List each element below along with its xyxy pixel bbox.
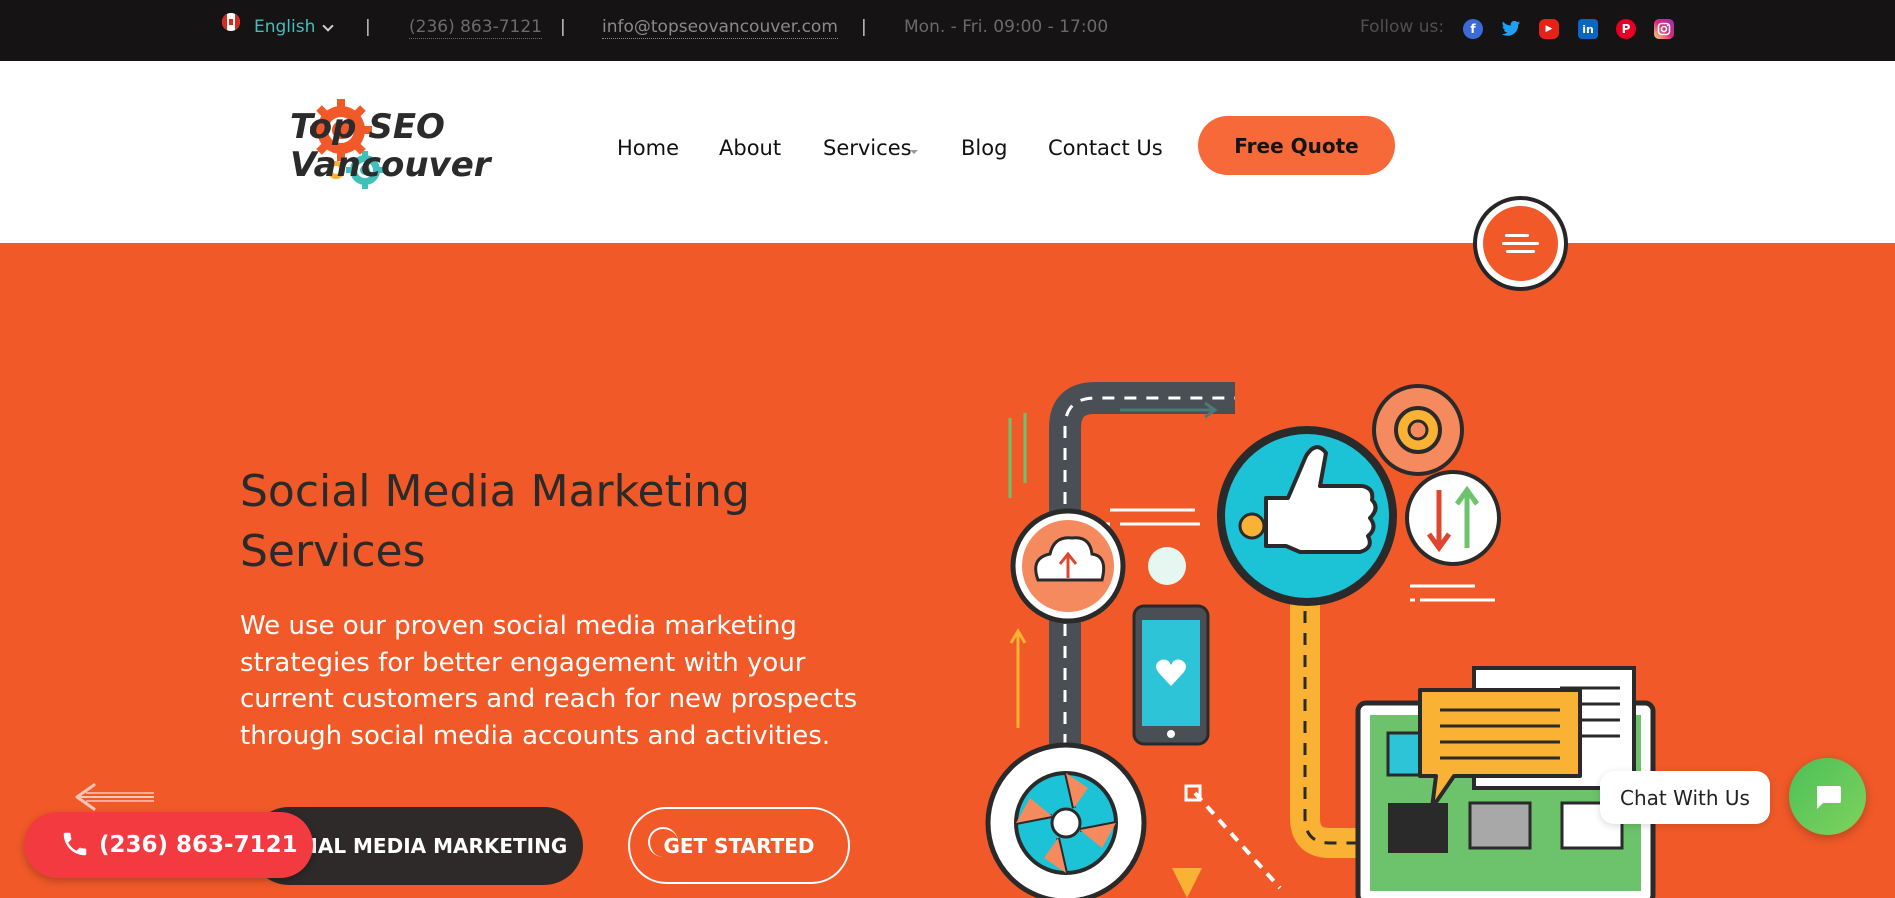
chat-button[interactable]	[1789, 758, 1866, 835]
topbar-email-link[interactable]: info@topseovancouver.com	[602, 16, 838, 39]
services-dropdown-caret-icon[interactable]	[910, 150, 918, 154]
facebook-icon[interactable]: f	[1463, 19, 1483, 39]
call-number: (236) 863-7121	[99, 832, 298, 858]
logo-line-1: Top SEO	[290, 107, 445, 147]
nav-contact-us[interactable]: Contact Us	[1048, 136, 1163, 160]
language-selector[interactable]: English	[254, 16, 315, 38]
hero-title: Social Media Marketing Services	[240, 466, 750, 577]
hero-description: We use our proven social media marketing…	[240, 611, 858, 751]
follow-us-label: Follow us:	[1360, 17, 1445, 37]
social-media-illustration	[985, 382, 1656, 898]
divider: |	[861, 17, 867, 37]
nav-home[interactable]: Home	[617, 136, 679, 160]
loading-arc-icon	[648, 827, 678, 857]
linkedin-icon[interactable]: in	[1578, 19, 1598, 39]
canada-flag-icon[interactable]	[222, 13, 240, 31]
divider: |	[560, 17, 566, 37]
pinterest-icon[interactable]: P	[1616, 19, 1636, 39]
chevron-down-icon[interactable]	[322, 20, 334, 32]
logo-wordmark[interactable]: Top SEO Vancouver	[290, 108, 491, 184]
nav-about[interactable]: About	[719, 136, 781, 160]
nav-services[interactable]: Services	[823, 136, 912, 160]
hamburger-icon	[1483, 206, 1558, 281]
phone-icon	[63, 832, 87, 856]
nav-blog[interactable]: Blog	[961, 136, 1007, 160]
get-started-button[interactable]: GET STARTED	[628, 807, 850, 884]
free-quote-button[interactable]: Free Quote	[1198, 116, 1395, 175]
youtube-icon[interactable]: ▶	[1539, 19, 1559, 39]
twitter-icon[interactable]	[1501, 19, 1521, 39]
menu-toggle-button[interactable]	[1477, 200, 1564, 287]
left-arrow-icon[interactable]	[74, 780, 159, 815]
get-started-label: GET STARTED	[663, 833, 815, 858]
call-now-button[interactable]: (236) 863-7121	[24, 812, 313, 878]
top-bar: English | (236) 863-7121 | info@topseova…	[0, 0, 1895, 61]
chat-bubble-icon	[1816, 785, 1841, 809]
chat-with-us-label[interactable]: Chat With Us	[1600, 771, 1770, 824]
logo-line-2: Vancouver	[290, 145, 491, 185]
topbar-phone-link[interactable]: (236) 863-7121	[409, 16, 542, 39]
divider: |	[365, 17, 371, 37]
business-hours: Mon. - Fri. 09:00 - 17:00	[904, 17, 1109, 37]
instagram-icon[interactable]	[1654, 19, 1674, 39]
